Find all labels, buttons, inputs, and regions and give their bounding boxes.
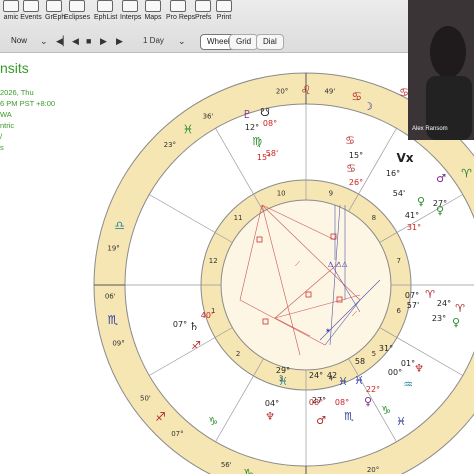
planet-glyph: ♀ xyxy=(364,395,372,408)
cusp-minutes: 49' xyxy=(324,87,335,95)
planet-position-label: 31° xyxy=(379,344,393,353)
planet-position-label: Vx xyxy=(396,151,413,165)
zodiac-sign-glyph: ♒ xyxy=(345,470,356,474)
planet-glyph: ♂ xyxy=(316,414,326,427)
planet-position-label: 27° xyxy=(312,396,326,405)
house-number: 10 xyxy=(277,189,286,197)
planet-glyph: ♀ xyxy=(452,316,460,329)
house-number: 9 xyxy=(329,189,333,197)
zodiac-sign-glyph: ♓ xyxy=(183,122,194,136)
planet-glyph: ♆ xyxy=(414,362,424,375)
planet-position-label: 57' xyxy=(407,301,419,310)
presenter-name: Alex Ransom xyxy=(412,126,448,132)
planet-position-label: 07° xyxy=(405,291,419,300)
planet-glyph: ♍ xyxy=(252,135,262,148)
zodiac-sign-glyph: ♏ xyxy=(108,313,119,327)
cusp-minutes: 56' xyxy=(221,461,232,469)
planet-glyph: ♈ xyxy=(455,302,465,315)
cusp-minutes: 06' xyxy=(105,292,116,300)
house-number: 7 xyxy=(396,257,400,265)
cusp-degree: 09° xyxy=(112,339,124,347)
planet-position-label: 22° xyxy=(366,385,380,394)
svg-text:△: △ xyxy=(328,260,334,268)
planet-position-label: 15° xyxy=(349,151,363,160)
zodiac-sign-glyph: ♐ xyxy=(155,410,166,424)
house-number: 5 xyxy=(372,350,376,358)
video-overlay: Alex Ransom xyxy=(408,0,474,140)
planet-glyph: ♈ xyxy=(425,288,435,301)
planet-glyph: ♓ xyxy=(278,375,288,388)
planet-glyph: ♓ xyxy=(396,415,406,428)
planet-position-label: 23° xyxy=(432,314,446,323)
svg-text:⟋: ⟋ xyxy=(352,310,357,318)
zodiac-sign-glyph: ♈ xyxy=(461,167,472,181)
planet-glyph: ♇ xyxy=(242,108,252,121)
svg-text:△: △ xyxy=(342,260,348,268)
svg-text:⟋: ⟋ xyxy=(295,260,300,268)
planet-position-label: 16° xyxy=(386,169,400,178)
planet-glyph: ♓ xyxy=(354,374,364,387)
planet-glyph: ☋ xyxy=(260,106,270,119)
cusp-degree: 20° xyxy=(367,466,379,474)
zodiac-sign-glyph: ♑ xyxy=(243,466,254,474)
house-number: 8 xyxy=(372,214,376,222)
cusp-degree: 19° xyxy=(107,245,119,253)
planet-position-label: 58' xyxy=(266,149,278,158)
chart-wheel[interactable]: ⟋ △ △ △ ⟋ ✶ 123 456789101112 ♌20° 49' ♋♎19°… xyxy=(0,0,474,474)
svg-text:✶: ✶ xyxy=(325,327,331,335)
cusp-minutes: 36' xyxy=(203,112,214,120)
app-window: amic Events GrEph Eclipses EphList Inter… xyxy=(0,0,474,474)
inner-circle xyxy=(220,199,392,371)
planet-position-label: 04° xyxy=(265,399,279,408)
zodiac-sign-glyph: ♌ xyxy=(301,83,312,97)
house-number: 12 xyxy=(209,257,218,265)
cusp-degree: 07° xyxy=(171,430,183,438)
house-number: 2 xyxy=(236,350,240,358)
planet-glyph: ☽ xyxy=(363,100,373,113)
cusp-minutes: 50' xyxy=(140,394,151,402)
planet-position-label: 31° xyxy=(407,223,421,232)
planet-glyph: ♄ xyxy=(189,320,199,333)
planet-glyph: ♀ xyxy=(417,195,425,208)
planet-position-label: 08° xyxy=(263,119,277,128)
planet-position-label: 54' xyxy=(393,189,405,198)
planet-glyph: ♋ xyxy=(345,134,355,147)
planet-position-label: 24° xyxy=(309,371,323,380)
planet-position-label: 58 xyxy=(355,357,365,366)
planet-glyph: ♆ xyxy=(265,410,275,423)
planet-glyph: ♋ xyxy=(346,162,356,175)
planet-position-label: 24° xyxy=(437,299,451,308)
planet-position-label: 40' xyxy=(201,311,213,320)
planet-position-label: 42 xyxy=(327,371,337,380)
planet-glyph: ♐ xyxy=(191,339,201,352)
planet-position-label: 07° xyxy=(173,320,187,329)
presenter-silhouette xyxy=(408,0,474,140)
house-number: 11 xyxy=(234,214,243,222)
planet-position-label: 26° xyxy=(349,178,363,187)
planet-position-label: 41° xyxy=(405,211,419,220)
cusp-degree: 23° xyxy=(164,141,176,149)
planet-glyph: ♒ xyxy=(403,378,413,391)
planet-glyph: ♑ xyxy=(381,404,391,417)
planet-position-label: 12° xyxy=(245,123,259,132)
cusp-degree: 20° xyxy=(276,87,288,95)
planet-glyph: ♑ xyxy=(208,415,218,428)
planet-glyph: ♂ xyxy=(436,172,446,185)
zodiac-sign-glyph: ♎ xyxy=(114,218,125,232)
house-number: 6 xyxy=(396,307,401,315)
zodiac-sign-glyph: ♋ xyxy=(351,90,362,104)
planet-position-label: 29° xyxy=(276,366,290,375)
planet-position-label: 01° xyxy=(401,359,415,368)
planet-position-label: 08° xyxy=(335,398,349,407)
planet-glyph: ♓ xyxy=(338,375,348,388)
planet-glyph: ♀ xyxy=(436,204,444,217)
planet-position-label: 00° xyxy=(388,368,402,377)
planet-glyph: ♏ xyxy=(344,410,354,423)
